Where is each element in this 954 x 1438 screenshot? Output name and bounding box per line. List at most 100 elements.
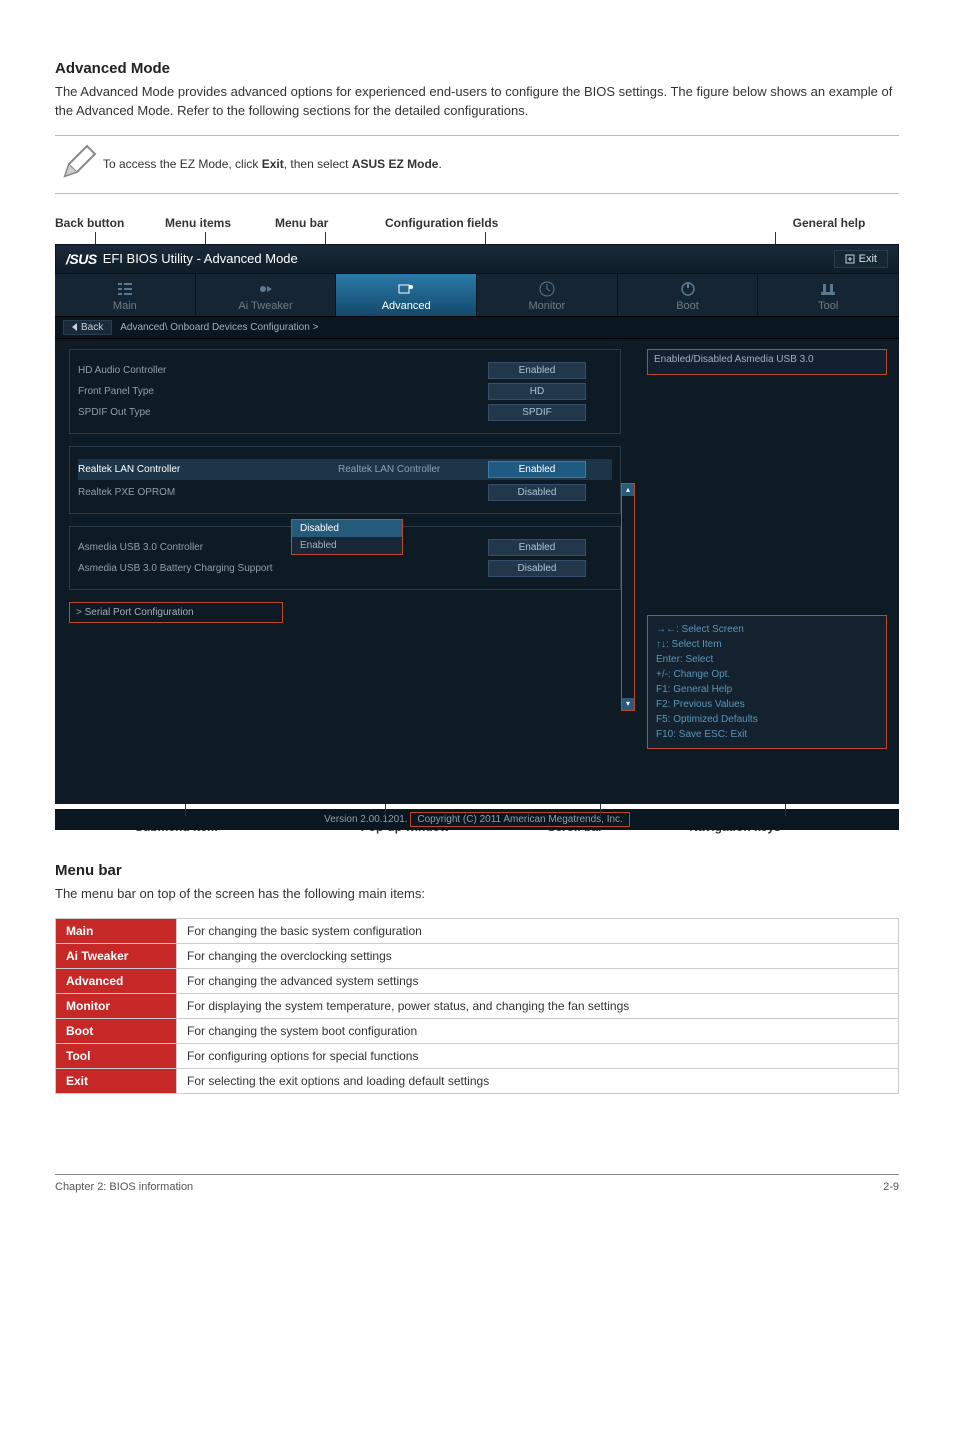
td-mon: For displaying the system temperature, p… (177, 993, 899, 1018)
th-ai: Ai Tweaker (56, 943, 177, 968)
key-l5: F1: General Help (656, 682, 878, 697)
key-l3: Enter: Select (656, 652, 878, 667)
exit-label: Exit (859, 253, 877, 265)
val-asmedia[interactable]: Enabled (488, 539, 586, 556)
group-lan: Realtek LAN Controller Realtek LAN Contr… (69, 446, 621, 514)
bios-left-pane: HD Audio Controller Enabled Front Panel … (55, 339, 635, 809)
tab-advanced-label: Advanced (382, 300, 431, 312)
th-exit: Exit (56, 1068, 177, 1093)
tab-main-label: Main (113, 300, 137, 312)
note-prefix: To access the EZ Mode, click (103, 157, 262, 171)
menu-table: MainFor changing the basic system config… (55, 918, 899, 1094)
val-hd-audio[interactable]: Enabled (488, 362, 586, 379)
key-l8: F10: Save ESC: Exit (656, 727, 878, 742)
exit-icon (845, 254, 855, 264)
note-block: To access the EZ Mode, click Exit, then … (55, 135, 899, 194)
th-mon: Monitor (56, 993, 177, 1018)
val-realtek-lan[interactable]: Enabled (488, 461, 586, 478)
tab-boot-label: Boot (676, 300, 699, 312)
tab-ai-tweaker[interactable]: Ai Tweaker (196, 274, 337, 316)
td-exit: For selecting the exit options and loadi… (177, 1068, 899, 1093)
label-config-fields: Configuration fields (385, 216, 565, 230)
exit-button[interactable]: Exit (834, 250, 888, 268)
table-row: MonitorFor displaying the system tempera… (56, 993, 899, 1018)
row-spdif[interactable]: SPDIF Out Type SPDIF (78, 404, 612, 421)
note-text: To access the EZ Mode, click Exit, then … (103, 157, 442, 171)
tab-tool-label: Tool (818, 300, 838, 312)
th-tool: Tool (56, 1043, 177, 1068)
table-row: BootFor changing the system boot configu… (56, 1018, 899, 1043)
tab-tool[interactable]: Tool (758, 274, 899, 316)
val-front-panel[interactable]: HD (488, 383, 586, 400)
row-realtek-pxe[interactable]: Realtek PXE OPROM Disabled (78, 484, 612, 501)
back-button[interactable]: Back (63, 320, 112, 335)
top-labels: Back button Menu items Menu bar Configur… (55, 216, 899, 230)
asus-logo: /SUS (66, 251, 97, 267)
label-back-button: Back button (55, 216, 165, 230)
table-row: ExitFor selecting the exit options and l… (56, 1068, 899, 1093)
td-ai: For changing the overclocking settings (177, 943, 899, 968)
popup-window[interactable]: Disabled Enabled (291, 519, 403, 555)
label-spdif: SPDIF Out Type (78, 407, 338, 418)
group-audio: HD Audio Controller Enabled Front Panel … (69, 349, 621, 434)
footer-right: 2-9 (883, 1181, 899, 1193)
help-panel: Enabled/Disabled Asmedia USB 3.0 (647, 349, 887, 375)
th-boot: Boot (56, 1018, 177, 1043)
bios-window: /SUS EFI BIOS Utility - Advanced Mode Ex… (55, 244, 899, 804)
advanced-mode-heading: Advanced Mode (55, 60, 899, 77)
monitor-icon (538, 280, 556, 298)
td-boot: For changing the system boot configurati… (177, 1018, 899, 1043)
key-l1: →←: Select Screen (656, 622, 878, 637)
key-l7: F5: Optimized Defaults (656, 712, 878, 727)
tab-ai-label: Ai Tweaker (238, 300, 292, 312)
tab-boot[interactable]: Boot (618, 274, 759, 316)
row-realtek-lan[interactable]: Realtek LAN Controller Realtek LAN Contr… (78, 459, 612, 480)
tab-monitor[interactable]: Monitor (477, 274, 618, 316)
row-front-panel[interactable]: Front Panel Type HD (78, 383, 612, 400)
boot-icon (679, 280, 697, 298)
bios-titlebar: /SUS EFI BIOS Utility - Advanced Mode Ex… (55, 244, 899, 274)
th-main: Main (56, 918, 177, 943)
footer: Chapter 2: BIOS information 2-9 (55, 1174, 899, 1193)
menubar-body: The menu bar on top of the screen has th… (55, 885, 899, 904)
tool-icon (819, 280, 837, 298)
val-charging[interactable]: Disabled (488, 560, 586, 577)
popup-option-enabled[interactable]: Enabled (292, 537, 402, 554)
note-mid: , then select (284, 157, 352, 171)
submenu-serial-port[interactable]: Serial Port Configuration (69, 602, 283, 623)
note-bold1: Exit (262, 157, 284, 171)
row-hd-audio[interactable]: HD Audio Controller Enabled (78, 362, 612, 379)
key-l4: +/-: Change Opt. (656, 667, 878, 682)
label-hd-audio: HD Audio Controller (78, 365, 338, 376)
popup-option-disabled[interactable]: Disabled (292, 520, 402, 537)
breadcrumb: Back Advanced\ Onboard Devices Configura… (55, 317, 899, 339)
footer-left: Chapter 2: BIOS information (55, 1181, 193, 1193)
scroll-bar[interactable]: ▴ ▾ (621, 483, 635, 711)
tab-main[interactable]: Main (55, 274, 196, 316)
td-adv: For changing the advanced system setting… (177, 968, 899, 993)
key-l6: F2: Previous Values (656, 697, 878, 712)
tab-monitor-label: Monitor (529, 300, 566, 312)
val-spdif[interactable]: SPDIF (488, 404, 586, 421)
scroll-down-icon[interactable]: ▾ (622, 698, 634, 710)
bios-right-pane: Enabled/Disabled Asmedia USB 3.0 →←: Sel… (635, 339, 899, 809)
table-row: AdvancedFor changing the advanced system… (56, 968, 899, 993)
advanced-icon (397, 280, 415, 298)
label-realtek-lan: Realtek LAN Controller (78, 464, 338, 475)
label-charging: Asmedia USB 3.0 Battery Charging Support (78, 563, 378, 574)
td-main: For changing the basic system configurat… (177, 918, 899, 943)
pencil-icon (55, 142, 103, 187)
menubar-heading: Menu bar (55, 862, 899, 879)
row-charging[interactable]: Asmedia USB 3.0 Battery Charging Support… (78, 560, 612, 577)
note-bold2: ASUS EZ Mode (352, 157, 439, 171)
tab-advanced[interactable]: Advanced (336, 274, 477, 316)
bios-tabs: Main Ai Tweaker Advanced Monitor Boot To… (55, 274, 899, 317)
bios-title: EFI BIOS Utility - Advanced Mode (103, 251, 298, 266)
breadcrumb-path: Advanced\ Onboard Devices Configuration … (120, 322, 318, 333)
label-menu-items: Menu items (165, 216, 275, 230)
scroll-up-icon[interactable]: ▴ (622, 484, 634, 496)
table-row: ToolFor configuring options for special … (56, 1043, 899, 1068)
key-l2: ↑↓: Select Item (656, 637, 878, 652)
val-realtek-pxe[interactable]: Disabled (488, 484, 586, 501)
sublabel-realtek-lan: Realtek LAN Controller (338, 464, 488, 475)
